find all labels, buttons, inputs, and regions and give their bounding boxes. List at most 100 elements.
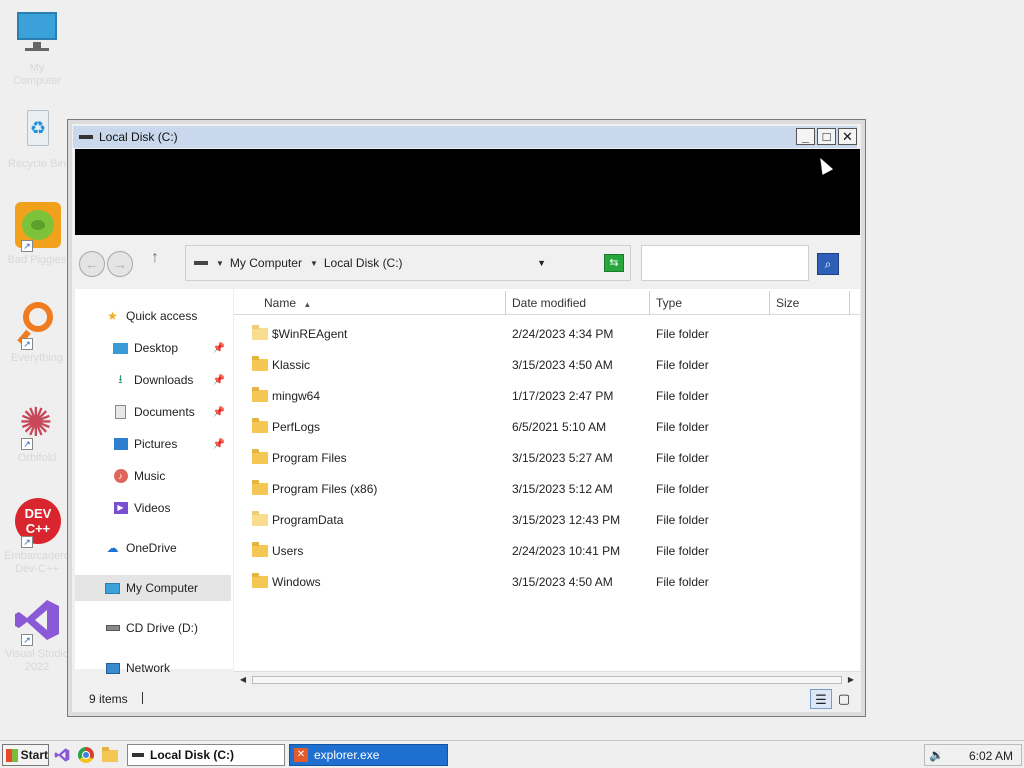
start-button[interactable]: Start <box>2 744 49 766</box>
address-dropdown-icon[interactable]: ▼ <box>537 258 546 268</box>
column-header-row: Name ▲ Date modified Type Size <box>234 291 860 315</box>
pin-icon[interactable]: 📌 <box>213 343 225 354</box>
sidebar-item-onedrive[interactable]: ☁ OneDrive <box>75 535 231 561</box>
file-name: PerfLogs <box>272 420 321 434</box>
sidebar-item-documents[interactable]: Documents 📌 <box>75 399 231 425</box>
desktop-icon-label: Embarcadero Dev-C++ <box>4 550 71 575</box>
desktop-icon-visual-studio[interactable]: ↗ Visual Studio 2022 <box>4 596 70 674</box>
folder-icon <box>252 480 268 495</box>
clock[interactable]: 6:02 AM <box>969 749 1013 763</box>
desktop-icon-label: Everything <box>11 352 63 364</box>
desktop-icon-bad-piggies[interactable]: ↗ Bad Piggies <box>4 202 70 267</box>
dev-cpp-icon: DEV C++ ↗ <box>13 498 61 548</box>
column-header-type[interactable]: Type <box>650 291 770 315</box>
sidebar-item-label: Desktop <box>134 341 179 355</box>
sidebar-item-quick-access[interactable]: ★ Quick access <box>75 303 231 329</box>
table-row[interactable]: Klassic 3/15/2023 4:50 AM File folder <box>234 350 854 381</box>
file-date-modified: 6/5/2021 5:10 AM <box>512 420 607 434</box>
scroll-left-icon[interactable]: ◀ <box>237 674 249 686</box>
details-view-icon[interactable]: ☰ <box>810 689 832 709</box>
sidebar-item-downloads[interactable]: ⭳ Downloads 📌 <box>75 367 231 393</box>
file-type: File folder <box>656 451 709 465</box>
address-segment[interactable]: Local Disk (C:) <box>324 256 403 270</box>
table-row[interactable]: ProgramData 3/15/2023 12:43 PM File folder <box>234 505 854 536</box>
desktop-icon-label: Recycle Bin <box>7 158 67 170</box>
large-icons-view-icon[interactable]: ▢ <box>833 689 855 709</box>
file-type: File folder <box>656 575 709 589</box>
file-date-modified: 3/15/2023 4:50 AM <box>512 575 613 589</box>
sidebar-item-videos[interactable]: ▶ Videos <box>75 495 231 521</box>
table-row[interactable]: $WinREAgent 2/24/2023 4:34 PM File folder <box>234 319 854 350</box>
music-icon: ♪ <box>113 469 128 484</box>
table-row[interactable]: Windows 3/15/2023 4:50 AM File folder <box>234 567 854 598</box>
chrome-icon[interactable] <box>78 747 94 763</box>
sidebar-item-cd-drive[interactable]: CD Drive (D:) <box>75 615 231 641</box>
speaker-icon[interactable]: 🔉 <box>929 748 944 762</box>
folder-icon <box>252 387 268 402</box>
task-local-disk[interactable]: Local Disk (C:) <box>127 744 285 766</box>
monitor-icon <box>13 10 61 58</box>
column-header-size[interactable]: Size <box>770 291 850 315</box>
sidebar-item-desktop[interactable]: Desktop 📌 <box>75 335 231 361</box>
sort-ascending-icon: ▲ <box>303 300 312 309</box>
cd-drive-icon <box>105 621 120 636</box>
table-row[interactable]: Program Files (x86) 3/15/2023 5:12 AM File… <box>234 474 854 505</box>
column-header-name[interactable]: Name ▲ <box>234 291 506 315</box>
sidebar-item-pictures[interactable]: Pictures 📌 <box>75 431 231 457</box>
pin-icon[interactable]: 📌 <box>213 407 225 418</box>
desktop-icon-orbifold[interactable]: ✺ ↗ Orbifold <box>4 400 70 465</box>
up-button[interactable]: ↑ <box>151 249 159 267</box>
desktop-icon-my-computer[interactable]: My Computer <box>4 10 70 88</box>
refresh-icon[interactable]: ⇆ <box>604 254 624 272</box>
network-icon <box>105 661 120 676</box>
sidebar-item-label: Quick access <box>126 309 198 323</box>
file-type: File folder <box>656 358 709 372</box>
sidebar-item-network[interactable]: Network <box>75 655 231 681</box>
desktop-icon-everything[interactable]: ↗ Everything <box>4 300 70 365</box>
file-date-modified: 2/24/2023 10:41 PM <box>512 544 621 558</box>
desktop-icon-label: Orbifold <box>17 452 57 464</box>
bad-piggies-icon: ↗ <box>13 202 61 252</box>
recycle-bin-icon: ♻ <box>13 106 61 154</box>
back-button[interactable]: ← <box>79 251 105 277</box>
title-bar[interactable]: Local Disk (C:) _ □ ✕ <box>73 126 857 148</box>
download-icon: ⭳ <box>118 371 123 386</box>
scrollbar-track[interactable] <box>252 676 842 684</box>
column-header-date[interactable]: Date modified <box>506 291 650 315</box>
chevron-down-icon[interactable]: ▼ <box>216 259 224 268</box>
sidebar-item-label: Downloads <box>134 373 194 387</box>
table-row[interactable]: Users 2/24/2023 10:41 PM File folder <box>234 536 854 567</box>
sidebar-item-my-computer[interactable]: My Computer <box>75 575 231 601</box>
horizontal-scrollbar[interactable]: ◀ ▶ <box>234 671 860 688</box>
cloud-icon: ☁ <box>106 541 119 555</box>
status-bar: 9 items ☰ ▢ <box>75 688 860 712</box>
video-icon: ▶ <box>113 501 128 516</box>
ribbon-area <box>75 149 860 235</box>
desktop-icon-recycle-bin[interactable]: ♻ Recycle Bin <box>4 106 70 171</box>
address-bar[interactable]: ▼ My Computer ▼ Local Disk (C:) ▼ ⇆ <box>185 245 631 281</box>
search-icon[interactable]: ⌕ <box>817 253 839 275</box>
windows-logo-icon <box>6 748 18 762</box>
minimize-button[interactable]: _ <box>796 128 815 145</box>
file-name: Users <box>272 544 304 558</box>
sidebar-item-music[interactable]: ♪ Music <box>75 463 231 489</box>
table-row[interactable]: Program Files 3/15/2023 5:27 AM File folde… <box>234 443 854 474</box>
sidebar-item-label: Network <box>126 661 171 675</box>
pin-icon[interactable]: 📌 <box>213 439 225 450</box>
task-explorer-exe[interactable]: ✕ explorer.exe <box>289 744 448 766</box>
folder-icon[interactable] <box>102 747 118 763</box>
file-date-modified: 3/15/2023 5:12 AM <box>512 482 613 496</box>
maximize-button[interactable]: □ <box>817 128 836 145</box>
table-row[interactable]: mingw64 1/17/2023 2:47 PM File folder <box>234 381 854 412</box>
desktop-icon-dev-cpp[interactable]: DEV C++ ↗ Embarcadero Dev-C++ <box>4 498 70 576</box>
address-segment[interactable]: My Computer <box>230 256 302 270</box>
search-input[interactable] <box>641 245 809 281</box>
table-row[interactable]: PerfLogs 6/5/2021 5:10 AM File folder <box>234 412 854 443</box>
pin-icon[interactable]: 📌 <box>213 375 225 386</box>
forward-button[interactable]: → <box>107 251 133 277</box>
scroll-right-icon[interactable]: ▶ <box>845 674 857 686</box>
close-button[interactable]: ✕ <box>838 128 857 145</box>
chevron-down-icon[interactable]: ▼ <box>310 259 318 268</box>
visual-studio-quicklaunch-icon[interactable] <box>54 747 70 763</box>
sidebar-item-label: Music <box>134 469 166 483</box>
